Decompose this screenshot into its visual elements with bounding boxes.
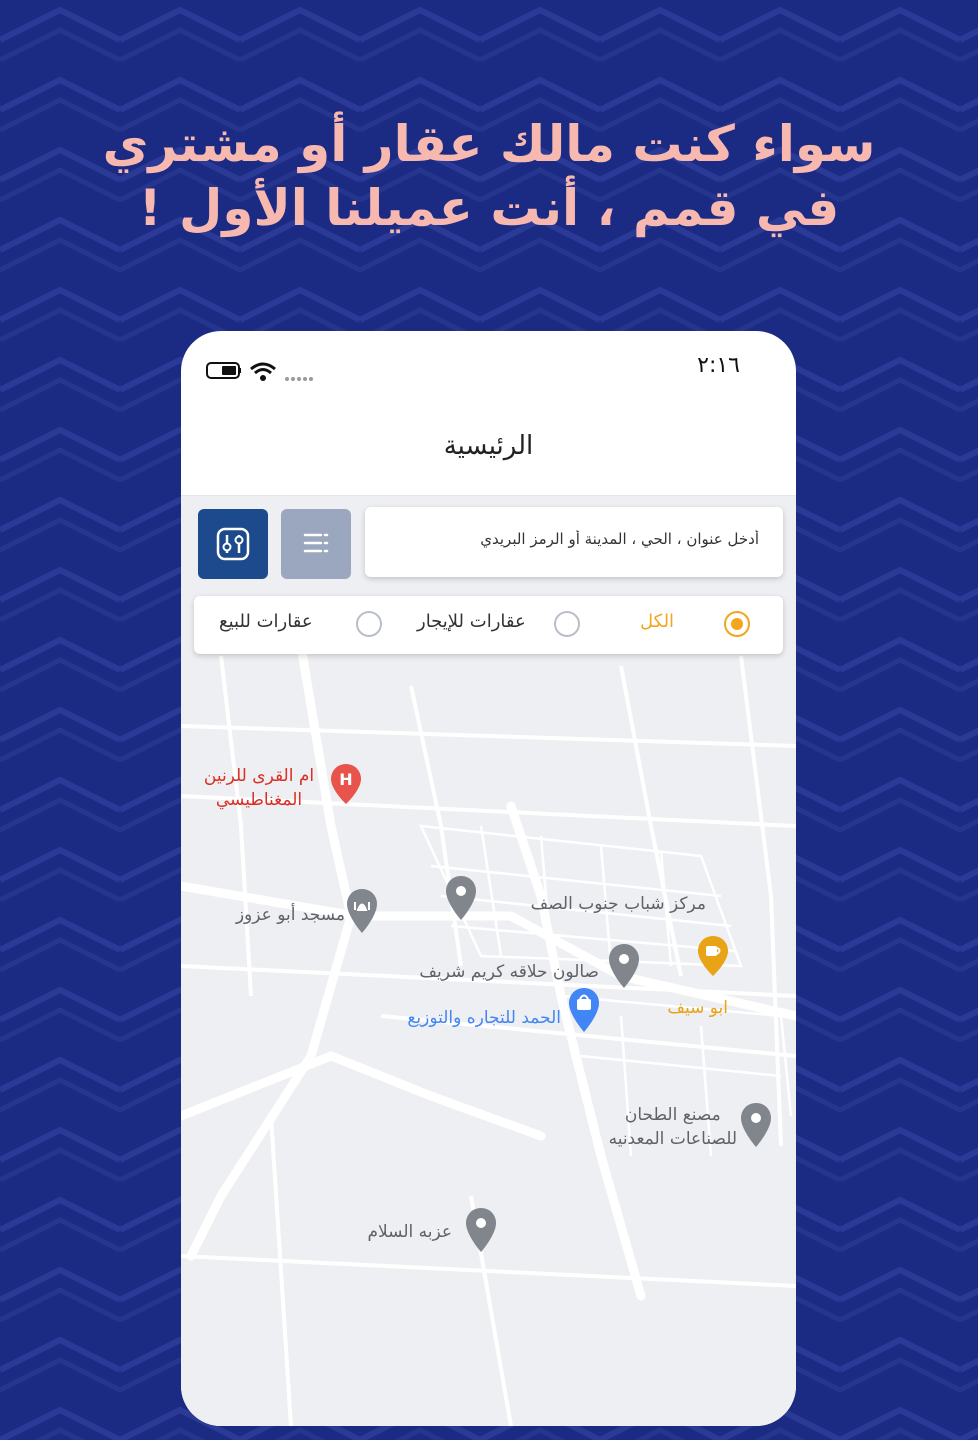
radio-label: عقارات للبيع: [219, 611, 313, 632]
shopping-icon: [569, 988, 599, 1032]
radio-button[interactable]: [356, 611, 382, 637]
status-icons: [205, 359, 315, 383]
wifi-icon: [250, 362, 276, 381]
radio-option-all[interactable]: الكل: [614, 596, 774, 654]
radio-option-sale[interactable]: عقارات للبيع: [209, 596, 399, 654]
poi-label: مصنع الطحان: [624, 1105, 721, 1125]
poi-youth-center[interactable]: مركز شباب جنوب الصف: [446, 874, 706, 920]
phone-screen: ٢:١٦ الرئيسية ام القرى للرنين المغناطيسي…: [181, 331, 796, 1426]
place-icon: [466, 1208, 496, 1252]
svg-text:H: H: [339, 770, 352, 789]
poi-label: عزبه السلام: [367, 1222, 452, 1242]
mosque-icon: [347, 889, 377, 933]
page-title: الرئيسية: [443, 431, 534, 461]
radio-option-rent[interactable]: عقارات للإيجار: [409, 596, 609, 654]
poi-label: مركز شباب جنوب الصف: [530, 894, 706, 914]
status-bar: ٢:١٦: [181, 331, 796, 411]
poi-label: للصناعات المعدنيه: [608, 1129, 737, 1149]
poi-label: صالون حلاقه كريم شريف: [419, 962, 599, 982]
list-view-button[interactable]: [281, 509, 351, 579]
place-icon: [446, 876, 476, 920]
poi-label: ام القرى للرنين: [203, 766, 315, 786]
headline-line-2: في قمم ، أنت عميلنا الأول !: [138, 179, 840, 237]
poi-label: الحمد للتجاره والتوزيع: [407, 1008, 561, 1028]
headline: سواء كنت مالك عقار أو مشتري في قمم ، أنت…: [0, 112, 978, 240]
poi-mosque[interactable]: مسجد أبو عزوز: [209, 889, 379, 935]
sliders-icon: [216, 527, 250, 561]
radio-label: عقارات للإيجار: [417, 611, 526, 632]
radio-button[interactable]: [554, 611, 580, 637]
hospital-icon: H: [331, 764, 361, 804]
radio-label: الكل: [640, 611, 675, 632]
list-icon: [303, 533, 329, 553]
signal-dots-icon: [285, 377, 313, 381]
poi-label: مسجد أبو عزوز: [235, 905, 345, 925]
poi-hospital[interactable]: ام القرى للرنين المغناطيسي H: [201, 764, 361, 824]
poi-label: ابو سيف: [667, 998, 728, 1018]
poi-shopping[interactable]: الحمد للتجاره والتوزيع: [359, 988, 599, 1034]
radio-button[interactable]: [724, 611, 750, 637]
clock: ٢:١٦: [697, 353, 740, 378]
search-box[interactable]: [365, 507, 783, 577]
poi-factory[interactable]: مصنع الطحان للصناعات المعدنيه: [561, 1101, 771, 1161]
property-type-filter: الكل عقارات للإيجار عقارات للبيع: [194, 596, 783, 654]
poi-barber[interactable]: صالون حلاقه كريم شريف: [379, 944, 639, 990]
poi-village[interactable]: عزبه السلام: [346, 1208, 496, 1254]
poi-label: المغناطيسي: [215, 790, 303, 810]
poi-cafe[interactable]: ابو سيف: [656, 936, 736, 1026]
filter-button[interactable]: [198, 509, 268, 579]
cafe-icon: [698, 936, 728, 976]
place-icon: [609, 944, 639, 988]
headline-line-1: سواء كنت مالك عقار أو مشتري: [102, 115, 876, 173]
battery-icon: [206, 362, 241, 379]
place-icon: [741, 1103, 771, 1147]
search-input[interactable]: [389, 530, 759, 548]
map-view[interactable]: ام القرى للرنين المغناطيسي H مسجد أبو عز…: [181, 496, 796, 1426]
app-bar: الرئيسية: [181, 411, 796, 496]
